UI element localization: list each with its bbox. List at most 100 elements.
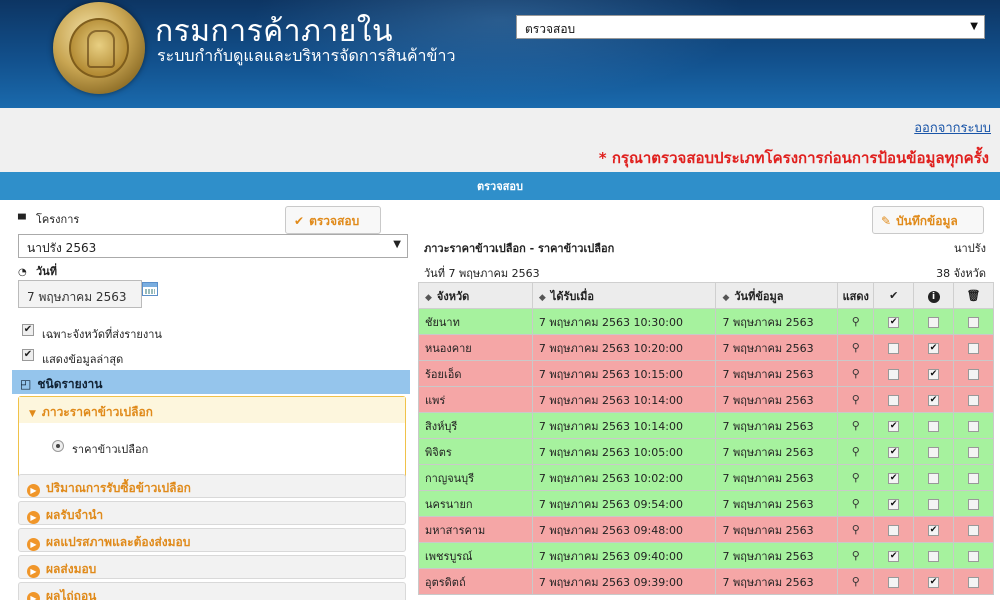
date-field[interactable]: 7 พฤษภาคม 2563 — [18, 280, 142, 308]
delete-checkbox[interactable] — [968, 316, 980, 328]
cell-show: ⚲ — [837, 308, 875, 335]
accordion-item-pledge[interactable]: ▶ ผลรับจำนำ — [18, 501, 406, 525]
check-button-label: ตรวจสอบ — [309, 214, 360, 228]
magnifier-icon[interactable]: ⚲ — [852, 419, 860, 432]
project-label-row: ▀ โครงการ — [18, 210, 79, 228]
approve-checkbox[interactable]: ✔ — [888, 420, 900, 432]
accordion-open-header[interactable]: ▼ ภาวะราคาข้าวเปลือก — [19, 397, 405, 423]
cell-approve: ✔ — [873, 542, 915, 569]
accordion-item-redemption[interactable]: ▶ ผลไถ่ถอน — [18, 582, 406, 600]
cell-data-date: 7 พฤษภาคม 2563 — [715, 542, 839, 569]
info-checkbox[interactable] — [928, 498, 940, 510]
info-checkbox[interactable]: ✔ — [928, 342, 940, 354]
approve-checkbox[interactable] — [888, 394, 900, 406]
magnifier-icon[interactable]: ⚲ — [852, 445, 860, 458]
cell-delete — [953, 412, 994, 439]
reported-only-checkbox[interactable]: ✔ — [22, 324, 34, 336]
cell-approve — [873, 360, 915, 387]
cell-delete — [953, 464, 994, 491]
cell-data-date: 7 พฤษภาคม 2563 — [715, 360, 839, 387]
info-checkbox[interactable] — [928, 316, 940, 328]
price-radio[interactable] — [52, 440, 64, 452]
delete-checkbox[interactable] — [968, 446, 980, 458]
cell-show: ⚲ — [837, 438, 875, 465]
table-row: ร้อยเอ็ด 7 พฤษภาคม 2563 10:15:00 7 พฤษภาคม… — [418, 360, 994, 387]
magnifier-icon[interactable]: ⚲ — [852, 315, 860, 328]
col-info: i — [913, 282, 955, 309]
approve-checkbox[interactable]: ✔ — [888, 316, 900, 328]
logout-link[interactable]: ออกจากระบบ — [914, 117, 991, 138]
col-received[interactable]: ◆ ได้รับเมื่อ — [531, 282, 717, 309]
info-checkbox[interactable]: ✔ — [928, 524, 940, 536]
latest-data-label: แสดงข้อมูลล่าสุด — [42, 353, 124, 366]
list-icon: ◰ — [20, 377, 32, 391]
accordion-item-processing[interactable]: ▶ ผลแปรสภาพและต้องส่งมอบ — [18, 528, 406, 552]
delete-checkbox[interactable] — [968, 498, 980, 510]
approve-checkbox[interactable] — [888, 368, 900, 380]
cell-approve: ✔ — [873, 438, 915, 465]
magnifier-icon[interactable]: ⚲ — [852, 497, 860, 510]
cell-delete — [953, 568, 994, 595]
delete-checkbox[interactable] — [968, 394, 980, 406]
magnifier-icon[interactable]: ⚲ — [852, 393, 860, 406]
delete-checkbox[interactable] — [968, 472, 980, 484]
cell-received: 7 พฤษภาคม 2563 10:05:00 — [531, 438, 717, 465]
info-checkbox[interactable] — [928, 550, 940, 562]
approve-checkbox[interactable]: ✔ — [888, 498, 900, 510]
header: กรมการค้าภายใน ระบบกำกับดูแลและบริหารจัด… — [0, 0, 1000, 108]
sort-icon: ◆ — [538, 292, 546, 303]
magnifier-icon[interactable]: ⚲ — [852, 367, 860, 380]
accordion-item-purchase[interactable]: ▶ ปริมาณการรับซื้อข้าวเปลือก — [18, 474, 406, 498]
info-checkbox[interactable] — [928, 472, 940, 484]
cell-data-date: 7 พฤษภาคม 2563 — [715, 386, 839, 413]
magnifier-icon[interactable]: ⚲ — [852, 575, 860, 588]
cell-info — [913, 490, 955, 517]
info-checkbox[interactable]: ✔ — [928, 576, 940, 588]
approve-checkbox[interactable] — [888, 576, 900, 588]
top-info-bar: ออกจากระบบ * กรุณาตรวจสอบประเภทโครงการก่… — [0, 108, 1000, 172]
delete-checkbox[interactable] — [968, 342, 980, 354]
table-row: ชัยนาท 7 พฤษภาคม 2563 10:30:00 7 พฤษภาคม 2… — [418, 308, 994, 335]
info-checkbox[interactable] — [928, 420, 940, 432]
approve-checkbox[interactable] — [888, 524, 900, 536]
table-row: สิงห์บุรี 7 พฤษภาคม 2563 10:14:00 7 พฤษภาค… — [418, 412, 994, 439]
check-icon: ✔ — [889, 289, 899, 302]
latest-data-checkbox[interactable]: ✔ — [22, 349, 34, 361]
seal-emblem — [69, 18, 129, 78]
delete-checkbox[interactable] — [968, 576, 980, 588]
report-date: วันที่ 7 พฤษภาคม 2563 — [424, 267, 540, 280]
delete-checkbox[interactable] — [968, 524, 980, 536]
info-checkbox[interactable]: ✔ — [928, 394, 940, 406]
col-check: ✔ — [873, 282, 915, 309]
cell-approve — [873, 386, 915, 413]
magnifier-icon[interactable]: ⚲ — [852, 341, 860, 354]
check-button[interactable]: ✔ ตรวจสอบ — [285, 206, 381, 234]
cell-approve: ✔ — [873, 490, 915, 517]
info-checkbox[interactable] — [928, 446, 940, 458]
delete-checkbox[interactable] — [968, 550, 980, 562]
save-button[interactable]: ✎ บันทึกข้อมูล — [872, 206, 984, 234]
approve-checkbox[interactable]: ✔ — [888, 446, 900, 458]
magnifier-icon[interactable]: ⚲ — [852, 471, 860, 484]
delete-checkbox[interactable] — [968, 368, 980, 380]
accordion-label: ผลรับจำนำ — [46, 508, 104, 522]
info-checkbox[interactable]: ✔ — [928, 368, 940, 380]
project-select[interactable]: นาปรัง 2563 ▼ — [18, 234, 408, 258]
magnifier-icon[interactable]: ⚲ — [852, 549, 860, 562]
col-province[interactable]: ◆ จังหวัด — [418, 282, 533, 309]
cell-province: เพชรบูรณ์ — [418, 542, 533, 569]
calendar-icon[interactable] — [142, 282, 158, 296]
magnifier-icon[interactable]: ⚲ — [852, 523, 860, 536]
col-province-label: จังหวัด — [436, 289, 470, 303]
cell-delete — [953, 542, 994, 569]
cell-delete — [953, 438, 994, 465]
accordion-item-delivery[interactable]: ▶ ผลส่งมอบ — [18, 555, 406, 579]
delete-checkbox[interactable] — [968, 420, 980, 432]
col-data-date[interactable]: ◆ วันที่ข้อมูล — [715, 282, 839, 309]
cell-info: ✔ — [913, 334, 955, 361]
approve-checkbox[interactable]: ✔ — [888, 472, 900, 484]
accordion-label: ผลแปรสภาพและต้องส่งมอบ — [46, 535, 191, 549]
approve-checkbox[interactable] — [888, 342, 900, 354]
mode-select[interactable]: ตรวจสอบ ▼ — [516, 15, 985, 39]
approve-checkbox[interactable]: ✔ — [888, 550, 900, 562]
